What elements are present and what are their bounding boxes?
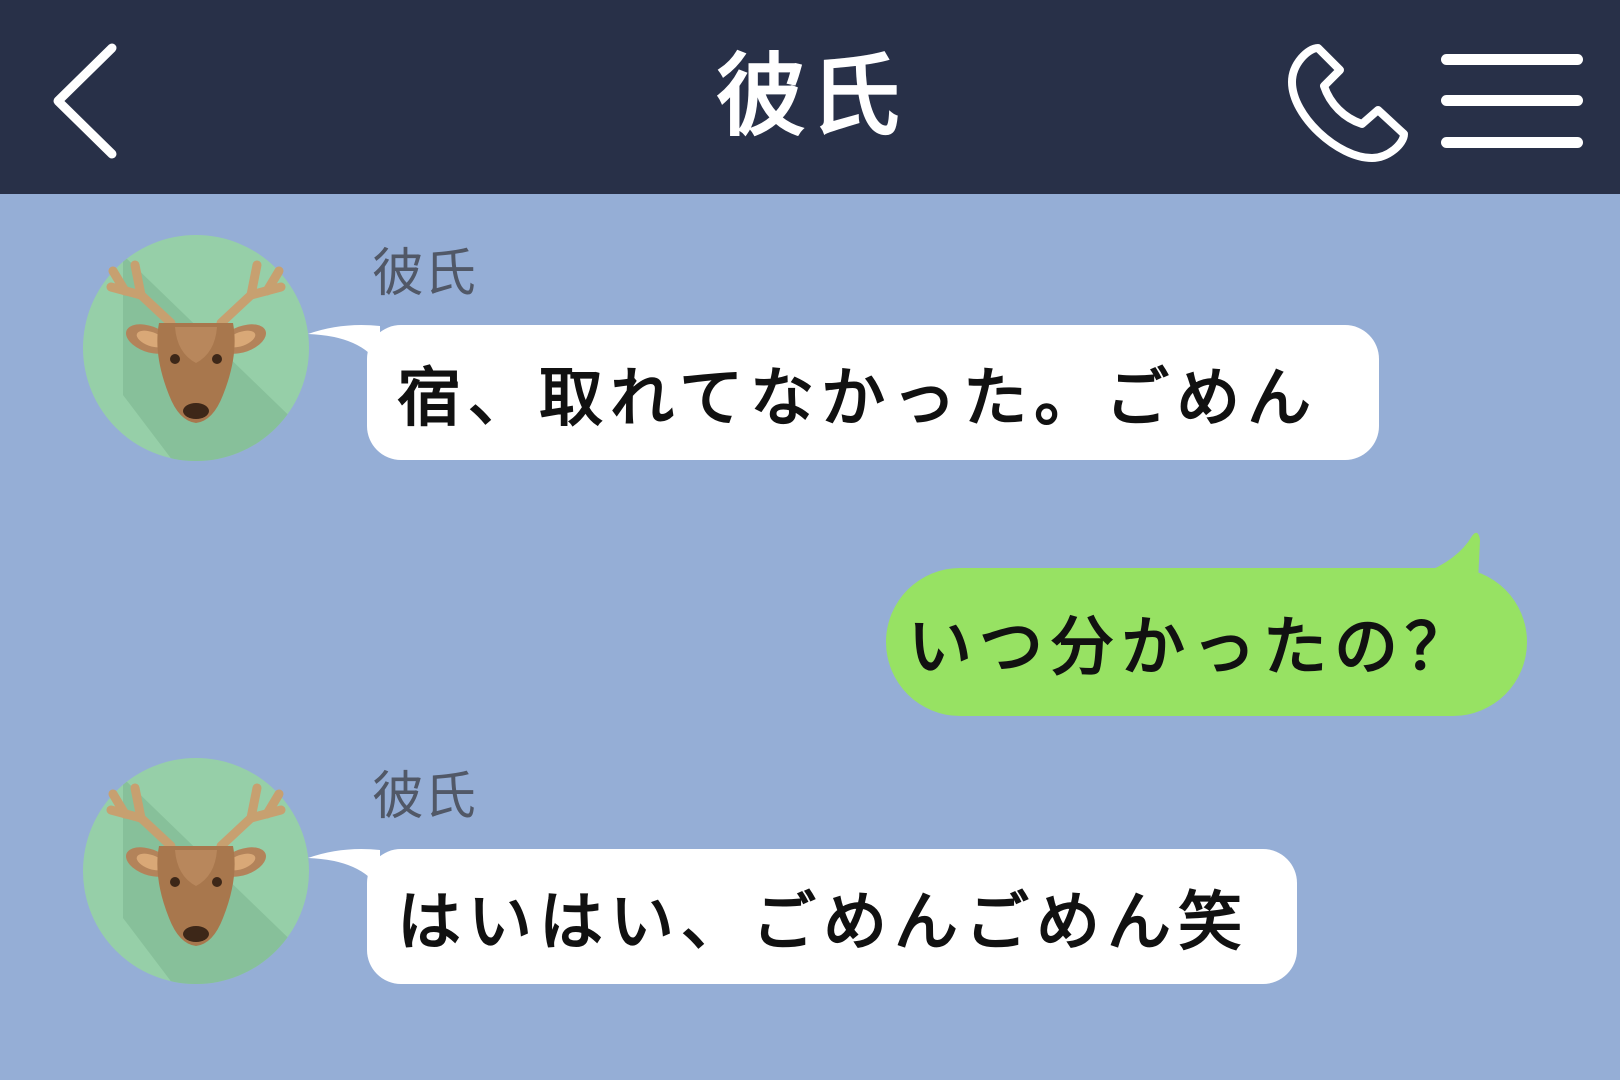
- call-button[interactable]: [1284, 40, 1412, 166]
- menu-button[interactable]: [1436, 48, 1588, 152]
- sender-name: 彼氏: [372, 244, 477, 304]
- message-bubble[interactable]: 宿、取れてなかった。ごめん: [367, 325, 1379, 460]
- message-text: いつ分かったの？: [908, 611, 1476, 685]
- deer-icon: [83, 235, 309, 461]
- sender-avatar[interactable]: [83, 758, 309, 984]
- message-text: 宿、取れてなかった。ごめん: [397, 361, 1319, 436]
- message-bubble[interactable]: はいはい、ごめんごめん笑: [367, 849, 1297, 984]
- deer-icon: [83, 758, 309, 984]
- sender-name: 彼氏: [372, 767, 477, 827]
- back-button[interactable]: [48, 42, 122, 160]
- chat-screen: 彼氏 彼氏 宿、取れてなかった。ごめん いつ分かったの？ 彼氏 はいはい、ごめん…: [0, 0, 1620, 1080]
- chevron-left-icon: [53, 43, 117, 159]
- phone-icon: [1288, 44, 1408, 162]
- chat-header: 彼氏: [0, 0, 1620, 194]
- message-text: はいはい、ごめんごめん笑: [397, 885, 1249, 960]
- menu-line: [1441, 95, 1583, 106]
- sender-avatar[interactable]: [83, 235, 309, 461]
- message-bubble[interactable]: いつ分かったの？: [886, 568, 1527, 716]
- menu-line: [1441, 137, 1583, 148]
- menu-line: [1441, 54, 1583, 65]
